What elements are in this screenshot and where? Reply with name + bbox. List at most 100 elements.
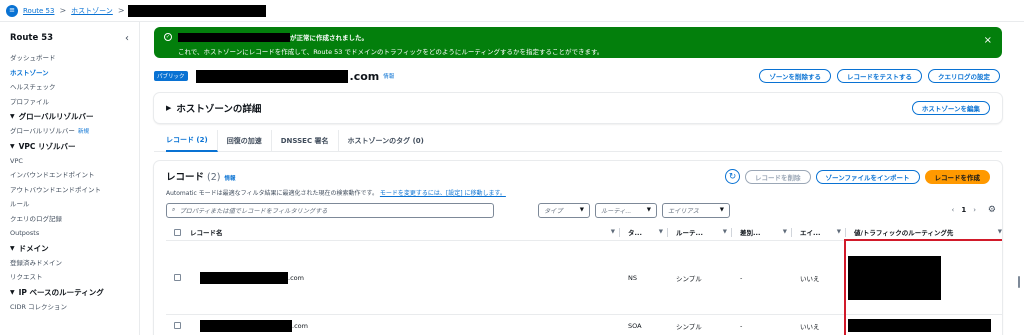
- select-value: ルーティ...: [601, 207, 632, 215]
- hosted-zone-details-panel[interactable]: ▶ ホストゾーンの詳細 ホストゾーンを編集: [154, 93, 1002, 123]
- alias-filter-select[interactable]: エイリアス ▼: [662, 202, 730, 218]
- row-checkbox[interactable]: [174, 241, 181, 314]
- records-heading: レコード (2) 情報: [166, 169, 236, 183]
- sidebar-item-profiles[interactable]: プロファイル: [10, 95, 139, 110]
- records-description: Automatic モードは最適なフィルタ結果に最適化された現在の検索動作です。…: [166, 188, 506, 197]
- new-badge: 新規: [77, 129, 89, 135]
- column-label: レコード名: [190, 229, 223, 237]
- page-scrollbar[interactable]: [1018, 276, 1020, 288]
- collapse-sidebar-icon[interactable]: ‹: [125, 33, 129, 44]
- column-separator: [667, 227, 668, 237]
- routing-filter-select[interactable]: ルーティ... ▼: [595, 202, 657, 218]
- redacted-zone-name: [195, 69, 348, 83]
- sidebar-item-inbound-endpoints[interactable]: インバウンドエンドポイント: [10, 168, 139, 183]
- column-label: 差別...: [740, 229, 761, 237]
- caret-right-icon: ▶: [166, 104, 172, 112]
- refresh-icon[interactable]: ↻: [725, 169, 741, 184]
- info-link[interactable]: 情報: [383, 72, 394, 80]
- sort-icon[interactable]: ▼: [611, 229, 615, 235]
- search-placeholder: プロパティまたは値でレコードをフィルタリングする: [179, 207, 328, 215]
- import-zone-file-button[interactable]: ゾーンファイルをインポート: [815, 169, 920, 184]
- chevron-down-icon: ▼: [646, 207, 651, 213]
- tab-dnssec-signing[interactable]: DNSSEC 署名: [272, 129, 339, 152]
- tab-records[interactable]: レコード (2): [166, 129, 218, 152]
- configure-query-logging-button[interactable]: クエリログの設定: [928, 69, 1000, 83]
- current-page[interactable]: 1: [961, 206, 966, 214]
- redacted-zone-name: [178, 32, 290, 42]
- checkbox[interactable]: [174, 322, 181, 329]
- checkbox[interactable]: [174, 228, 181, 236]
- redacted-zone-name: [127, 4, 266, 17]
- column-label: ルーテ...: [676, 229, 703, 237]
- sidebar-item-outbound-endpoints[interactable]: アウトバウンドエンドポイント: [10, 183, 139, 198]
- value-column-highlight: [844, 239, 1002, 335]
- column-label: タ...: [628, 229, 642, 237]
- sidebar-item-registered-domains[interactable]: 登録済みドメイン: [10, 256, 139, 271]
- sidebar-section-ip-routing[interactable]: ▼ IP ベースのルーティング: [10, 285, 139, 300]
- sort-icon[interactable]: ▼: [837, 229, 841, 235]
- next-page-icon[interactable]: ›: [973, 206, 976, 214]
- redacted-record-name: [200, 271, 288, 284]
- column-record-name[interactable]: レコード名 ▼: [190, 224, 620, 240]
- type-filter-select[interactable]: タイプ ▼: [538, 202, 590, 218]
- checkbox[interactable]: [174, 274, 181, 281]
- edit-hosted-zone-button[interactable]: ホストゾーンを編集: [911, 101, 990, 115]
- previous-page-icon[interactable]: ‹: [952, 206, 955, 214]
- select-value: タイプ: [544, 207, 563, 215]
- sort-icon[interactable]: ▼: [723, 229, 727, 235]
- menu-icon[interactable]: ≡: [6, 4, 18, 17]
- search-input[interactable]: ⌕ プロパティまたは値でレコードをフィルタリングする: [166, 202, 494, 218]
- alias-cell: いいえ: [800, 322, 820, 331]
- sidebar-section-vpc-resolver[interactable]: ▼ VPC リゾルバー: [10, 139, 139, 154]
- settings-link[interactable]: モードを変更するには、[設定] に移動します。: [380, 190, 506, 197]
- select-all-checkbox[interactable]: [174, 224, 181, 240]
- records-count: (2): [207, 172, 221, 183]
- delete-record-button[interactable]: レコードを削除: [745, 169, 811, 184]
- breadcrumb-separator: >: [117, 6, 125, 15]
- create-record-button[interactable]: レコードを作成: [924, 169, 990, 184]
- sort-icon[interactable]: ▼: [783, 229, 787, 235]
- delete-zone-button[interactable]: ゾーンを削除する: [759, 69, 831, 83]
- alias-cell: いいえ: [800, 274, 820, 283]
- chevron-down-icon: ▼: [579, 207, 584, 213]
- tab-accelerated-recovery[interactable]: 回復の加速: [218, 129, 272, 152]
- column-differentiator[interactable]: 差別... ▼: [740, 224, 792, 240]
- sidebar-item-cidr-collections[interactable]: CIDR コレクション: [10, 300, 139, 315]
- flash-message: これで、ホストゾーンにレコードを作成して、Route 53 でドメインのトラフィ…: [178, 48, 604, 56]
- sidebar-item-vpc[interactable]: VPC: [10, 154, 139, 169]
- breadcrumb-hosted-zones[interactable]: ホストゾーン: [71, 6, 113, 16]
- sidebar-item-outposts[interactable]: Outposts: [10, 226, 139, 241]
- filter-row: ⌕ プロパティまたは値でレコードをフィルタリングする タイプ ▼ ルーティ... ▼…: [166, 202, 996, 218]
- row-checkbox[interactable]: [174, 315, 181, 335]
- column-type[interactable]: タ... ▼: [628, 224, 668, 240]
- tab-hosted-zone-tags[interactable]: ホストゾーンのタグ (0): [339, 130, 433, 152]
- breadcrumb-route53[interactable]: Route 53: [23, 7, 54, 15]
- sidebar-item-requests[interactable]: リクエスト: [10, 270, 139, 285]
- sidebar-item-rules[interactable]: ルール: [10, 197, 139, 212]
- column-routing-policy[interactable]: ルーテ... ▼: [676, 224, 732, 240]
- sidebar-item-query-logging[interactable]: クエリのログ記録: [10, 212, 139, 227]
- close-icon[interactable]: ×: [984, 35, 992, 46]
- info-link[interactable]: 情報: [224, 174, 235, 182]
- differentiator-cell: -: [740, 321, 743, 330]
- search-icon: ⌕: [172, 206, 176, 213]
- sidebar-item-health-checks[interactable]: ヘルスチェック: [10, 80, 139, 95]
- record-name-suffix: .com: [288, 273, 304, 282]
- column-value[interactable]: 値/トラフィックのルーティング先 ▼: [854, 224, 1002, 240]
- sidebar-section-domains[interactable]: ▼ ドメイン: [10, 241, 139, 256]
- section-label: ドメイン: [18, 243, 49, 253]
- test-record-button[interactable]: レコードをテストする: [837, 69, 922, 83]
- breadcrumb-separator: >: [59, 6, 67, 15]
- record-type-cell: SOA: [628, 321, 642, 330]
- flash-title: が正常に作成されました。: [290, 34, 368, 42]
- gear-icon[interactable]: ⚙: [988, 205, 996, 215]
- column-alias[interactable]: エイ... ▼: [800, 224, 846, 240]
- sort-icon[interactable]: ▼: [998, 229, 1002, 235]
- sidebar-item-dashboard[interactable]: ダッシュボード: [10, 51, 139, 66]
- sidebar-item-global-resolver[interactable]: グローバルリゾルバー 新規: [10, 124, 139, 139]
- sort-icon[interactable]: ▼: [659, 229, 663, 235]
- record-type-cell: NS: [628, 273, 637, 282]
- sidebar-item-hosted-zones[interactable]: ホストゾーン: [10, 66, 139, 81]
- column-separator: [731, 227, 732, 237]
- sidebar-section-global-resolver[interactable]: ▼ グローバルリゾルバー: [10, 109, 139, 124]
